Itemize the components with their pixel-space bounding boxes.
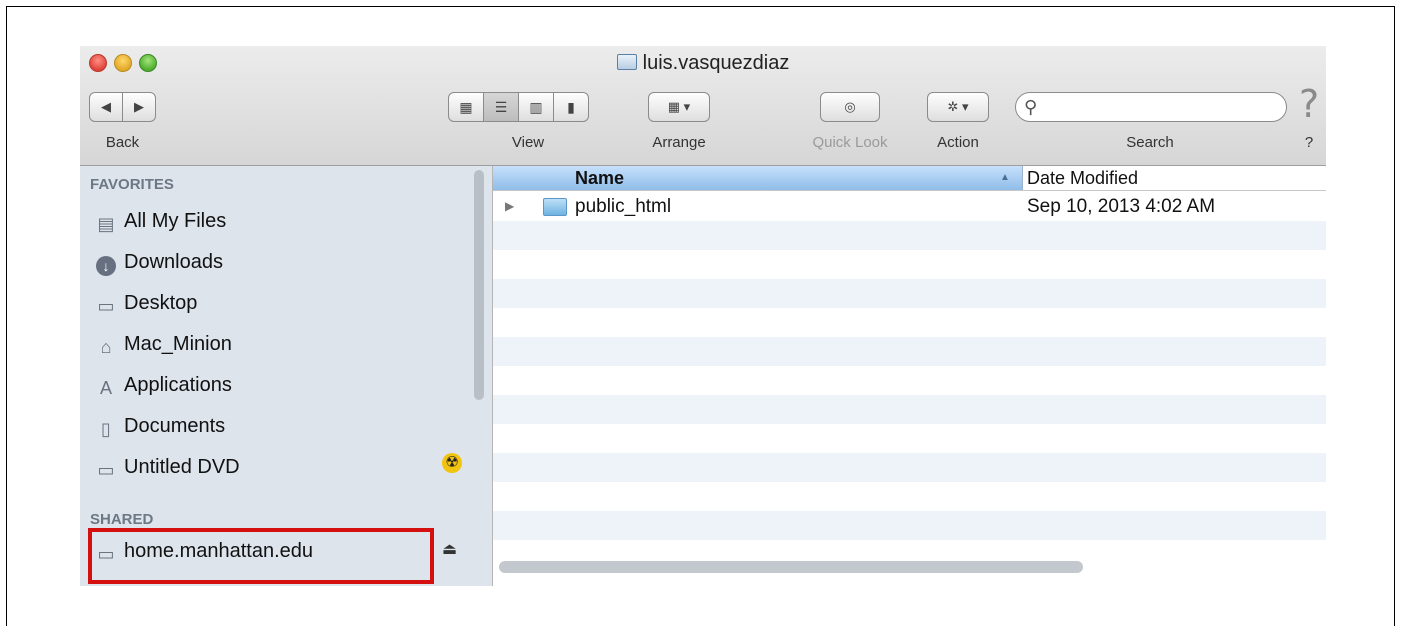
eject-icon[interactable]: ⏏ — [442, 539, 457, 559]
home-icon: ⌂ — [100, 337, 112, 357]
action-label: Action — [937, 134, 979, 151]
folder-icon — [543, 198, 567, 216]
search-label: Search — [1126, 134, 1174, 151]
search-icon: ⚲ — [1024, 97, 1038, 117]
finder-window: luis.vasquezdiaz ◀ ▶ Back ▦ ☰ ▥ ▮ View ▦… — [80, 46, 1326, 586]
back-arrow-icon: ◀ — [101, 99, 111, 114]
sidebar-item-documents[interactable]: ▯ Documents — [96, 411, 225, 441]
sidebar-item-label: Applications — [124, 374, 232, 396]
file-list: Name ▲ Date Modified ▶ public_html Sep 1… — [493, 166, 1326, 586]
list-view-button[interactable]: ☰ — [483, 92, 519, 122]
list-row-stripe — [493, 453, 1326, 482]
sidebar-item-label: Mac_Minion — [124, 333, 232, 355]
eye-icon: ◎ — [844, 99, 856, 114]
view-label: View — [511, 134, 545, 151]
forward-arrow-icon: ▶ — [134, 99, 144, 114]
list-view-icon: ☰ — [494, 99, 508, 115]
table-row[interactable]: ▶ public_html Sep 10, 2013 4:02 AM — [493, 192, 1326, 221]
sidebar-item-label: All My Files — [124, 210, 227, 232]
sidebar-item-label: Untitled DVD — [124, 456, 240, 478]
sidebar-item-desktop[interactable]: ▭ Desktop — [96, 288, 197, 318]
arrange-button[interactable]: ▦ ▾ — [648, 92, 710, 122]
sidebar-item-label: Desktop — [124, 292, 198, 314]
highlight-box — [88, 528, 434, 584]
favorites-header: FAVORITES — [90, 176, 174, 193]
quick-look-label: Quick Look — [812, 134, 888, 151]
disclosure-triangle-icon[interactable]: ▶ — [505, 192, 514, 221]
column-view-button[interactable]: ▥ — [518, 92, 554, 122]
applications-icon: A — [99, 378, 112, 398]
documents-icon: ▯ — [101, 419, 111, 439]
sidebar-item-downloads[interactable]: ↓ Downloads — [96, 247, 223, 277]
sidebar-item-applications[interactable]: A Applications — [96, 370, 232, 400]
list-row-stripe — [493, 395, 1326, 424]
window-title: luis.vasquezdiaz — [80, 52, 1326, 75]
sort-ascending-icon: ▲ — [1000, 172, 1010, 183]
list-row-stripe — [493, 279, 1326, 308]
network-drive-icon — [616, 54, 637, 70]
list-row-stripe — [493, 511, 1326, 540]
sidebar: FAVORITES ▤ All My Files ↓ Downloads ▭ Desk… — [80, 166, 493, 586]
sidebar-item-mac-minion[interactable]: ⌂ Mac_Minion — [96, 329, 232, 359]
sidebar-item-label: Downloads — [124, 251, 223, 273]
shared-header: SHARED — [90, 511, 154, 528]
quick-look-button[interactable]: ◎ — [820, 92, 880, 122]
coverflow-view-button[interactable]: ▮ — [553, 92, 589, 122]
arrange-icon: ▦ ▾ — [667, 99, 691, 114]
toolbar: luis.vasquezdiaz ◀ ▶ Back ▦ ☰ ▥ ▮ View ▦… — [80, 46, 1326, 166]
sidebar-item-untitled-dvd[interactable]: ▭ Untitled DVD — [96, 452, 240, 482]
date-modified-column-header[interactable]: Date Modified — [1027, 168, 1138, 189]
burn-icon[interactable]: ☢ — [442, 453, 462, 473]
folder-icon: ▭ — [97, 460, 115, 480]
list-row-stripe — [493, 221, 1326, 250]
file-date-modified: Sep 10, 2013 4:02 AM — [1027, 196, 1216, 217]
action-button[interactable]: ✲ ▾ — [927, 92, 989, 122]
back-button[interactable]: ◀ — [89, 92, 123, 122]
icon-view-icon: ▦ — [459, 99, 473, 115]
sidebar-item-all-my-files[interactable]: ▤ All My Files — [96, 206, 226, 236]
icon-view-button[interactable]: ▦ — [448, 92, 484, 122]
all-my-files-icon: ▤ — [97, 214, 115, 234]
column-header: Name ▲ Date Modified — [493, 166, 1326, 191]
downloads-icon: ↓ — [96, 256, 116, 276]
horizontal-scrollbar[interactable] — [499, 561, 1083, 573]
desktop-icon: ▭ — [97, 296, 115, 316]
column-view-icon: ▥ — [529, 99, 543, 115]
gear-icon: ✲ ▾ — [947, 99, 969, 114]
sidebar-item-label: Documents — [124, 415, 226, 437]
back-label: Back — [105, 134, 140, 151]
name-column-header[interactable]: Name ▲ — [493, 166, 1023, 190]
coverflow-view-icon: ▮ — [567, 99, 575, 115]
help-label: ? — [1304, 134, 1314, 151]
arrange-label: Arrange — [652, 134, 706, 151]
name-column-label: Name — [575, 168, 625, 188]
forward-button[interactable]: ▶ — [122, 92, 156, 122]
file-name: public_html — [575, 196, 672, 217]
search-field[interactable]: ⚲ — [1015, 92, 1287, 122]
help-icon[interactable]: ? — [1299, 82, 1319, 126]
sidebar-scrollbar[interactable] — [474, 170, 484, 400]
list-row-stripe — [493, 337, 1326, 366]
window-title-text: luis.vasquezdiaz — [642, 52, 790, 74]
